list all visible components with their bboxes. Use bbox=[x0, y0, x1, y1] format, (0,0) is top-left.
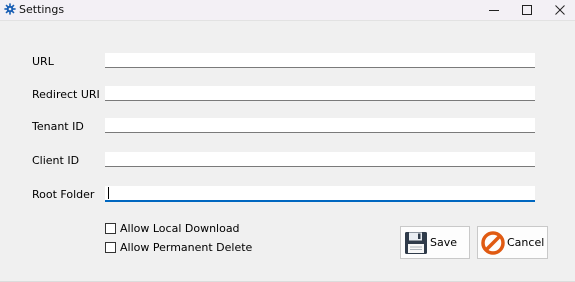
client-id-label: Client ID bbox=[32, 154, 80, 167]
allow-local-download-option[interactable]: Allow Local Download bbox=[105, 222, 240, 235]
allow-permanent-delete-label: Allow Permanent Delete bbox=[120, 241, 253, 254]
minimize-button[interactable] bbox=[477, 0, 511, 20]
allow-permanent-delete-option[interactable]: Allow Permanent Delete bbox=[105, 241, 252, 254]
cancel-button[interactable]: Cancel bbox=[477, 226, 548, 259]
close-icon bbox=[555, 5, 565, 15]
window-title: Settings bbox=[19, 3, 65, 16]
save-button[interactable]: Save bbox=[400, 226, 470, 259]
maximize-button[interactable] bbox=[510, 0, 544, 20]
client-id-input[interactable] bbox=[105, 152, 535, 167]
floppy-disk-icon bbox=[405, 231, 427, 254]
url-input[interactable] bbox=[105, 53, 535, 68]
cancel-button-label: Cancel bbox=[507, 236, 545, 249]
root-folder-input[interactable] bbox=[105, 186, 535, 202]
save-button-label: Save bbox=[430, 236, 458, 249]
cancel-icon bbox=[481, 230, 505, 255]
allow-local-download-label: Allow Local Download bbox=[120, 222, 240, 235]
minimize-icon bbox=[489, 10, 499, 11]
maximize-icon bbox=[522, 5, 532, 15]
redirect-uri-label: Redirect URI bbox=[32, 88, 100, 101]
settings-window: Settings URL Redirect URI Tenant ID Clie… bbox=[0, 0, 575, 282]
title-bar: Settings bbox=[0, 0, 575, 20]
allow-permanent-delete-checkbox[interactable] bbox=[105, 242, 116, 253]
allow-local-download-checkbox[interactable] bbox=[105, 223, 116, 234]
tenant-id-label: Tenant ID bbox=[32, 120, 84, 133]
close-button[interactable] bbox=[543, 0, 575, 20]
redirect-uri-input[interactable] bbox=[105, 86, 535, 101]
title-divider bbox=[0, 20, 575, 21]
gear-icon bbox=[4, 3, 16, 15]
tenant-id-input[interactable] bbox=[105, 118, 535, 133]
url-label: URL bbox=[32, 55, 54, 68]
text-caret bbox=[108, 187, 109, 199]
root-folder-label: Root Folder bbox=[32, 188, 95, 201]
